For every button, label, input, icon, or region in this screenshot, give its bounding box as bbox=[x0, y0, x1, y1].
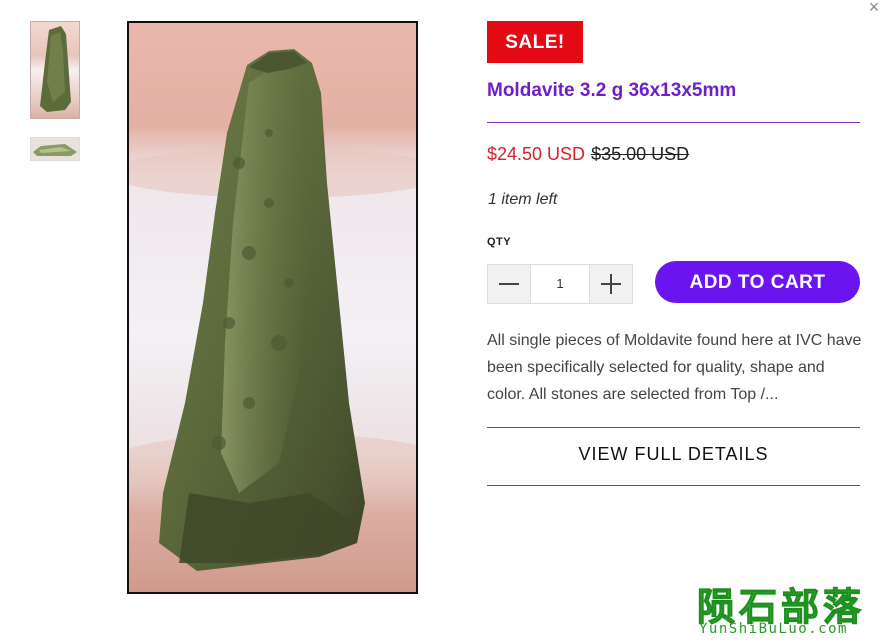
price-block: $24.50 USD $35.00 USD bbox=[487, 144, 689, 165]
thumbnail-front[interactable] bbox=[30, 21, 80, 119]
product-description: All single pieces of Moldavite found her… bbox=[487, 332, 862, 403]
price-original: $35.00 USD bbox=[591, 144, 690, 164]
watermark-url: YunShiBuLuo.com bbox=[699, 621, 848, 637]
price-current: $24.50 USD bbox=[487, 144, 586, 164]
divider bbox=[487, 122, 860, 123]
quantity-stepper: 1 bbox=[487, 264, 633, 304]
decrease-quantity-button[interactable] bbox=[488, 265, 531, 303]
increase-quantity-button[interactable] bbox=[589, 265, 632, 303]
quantity-input[interactable]: 1 bbox=[530, 265, 590, 303]
sale-badge: SALE! bbox=[487, 21, 583, 63]
qty-label: QTY bbox=[487, 236, 512, 248]
moldavite-side-thumbnail-image bbox=[33, 144, 77, 156]
add-to-cart-button[interactable]: ADD TO CART bbox=[655, 261, 860, 303]
moldavite-thumbnail-image bbox=[40, 26, 71, 112]
divider bbox=[487, 485, 860, 486]
product-title[interactable]: Moldavite 3.2 g 36x13x5mm bbox=[487, 80, 736, 102]
product-main-image bbox=[127, 21, 418, 594]
moldavite-photo bbox=[129, 49, 416, 571]
close-icon[interactable]: × bbox=[866, 0, 882, 16]
stock-status: 1 item left bbox=[488, 191, 558, 208]
divider bbox=[487, 427, 860, 428]
thumbnail-side[interactable] bbox=[30, 137, 80, 161]
view-full-details-link[interactable]: VIEW FULL DETAILS bbox=[487, 444, 860, 465]
